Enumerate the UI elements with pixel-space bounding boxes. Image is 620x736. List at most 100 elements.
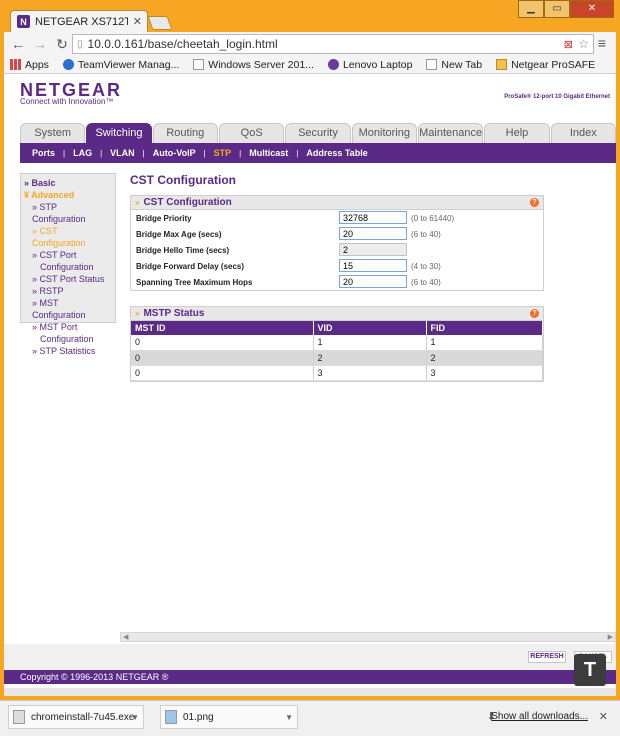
field-label: Bridge Hello Time (secs) [136, 245, 230, 255]
field-range: (6 to 40) [411, 229, 441, 239]
nav-advanced[interactable]: ¥ Advanced [24, 189, 112, 201]
bridge-priority-input[interactable] [339, 211, 407, 224]
table-cell: 1 [313, 335, 427, 351]
close-window-icon[interactable]: ✕ [570, 0, 614, 18]
reload-icon[interactable]: ↻ [54, 36, 70, 53]
tab-qos[interactable]: QoS [218, 123, 285, 143]
max-hops-input[interactable] [339, 275, 407, 288]
tab-switching[interactable]: Switching [86, 123, 152, 143]
subtab-ports[interactable]: Ports [32, 148, 55, 158]
forward-icon[interactable]: → [32, 36, 48, 52]
separator: | [100, 148, 103, 158]
field-range: (6 to 40) [411, 277, 441, 287]
blocked-popup-icon[interactable]: ⊠ [564, 38, 573, 51]
subtab-lag[interactable]: LAG [73, 148, 92, 158]
bookmark-star-icon[interactable]: ☆ [578, 37, 589, 51]
action-bar: REFRESH CANCEL [4, 644, 616, 670]
new-tab-button[interactable] [147, 16, 173, 30]
nav-rstp[interactable]: » RSTP [24, 285, 112, 297]
refresh-button[interactable]: REFRESH [528, 651, 566, 663]
table-cell: 2 [426, 350, 543, 366]
bookmark-lenovo[interactable]: Lenovo Laptop [327, 59, 412, 71]
scroll-right-icon[interactable]: ▶ [608, 633, 613, 641]
dropdown-arrow-icon[interactable]: ▼ [131, 713, 139, 722]
help-icon[interactable]: ? [530, 309, 539, 318]
field-range: (0 to 61440) [411, 213, 455, 223]
product-name: ProSafe® 12-port 10 Gigabit Ethernet [504, 94, 610, 100]
download-item[interactable]: 01.png ▼ [160, 705, 298, 729]
tab-index[interactable]: Index [550, 123, 616, 143]
main-tabs: System Switching Routing QoS Security Mo… [20, 123, 616, 143]
copyright-bar: Copyright © 1996-2013 NETGEAR ® [4, 670, 616, 684]
help-icon[interactable]: ? [530, 198, 539, 207]
scroll-left-icon[interactable]: ◀ [123, 633, 128, 641]
nav-cst-port-status[interactable]: » CST Port Status [24, 273, 112, 285]
close-downloads-icon[interactable]: ✕ [599, 710, 608, 723]
nav-stp-configuration[interactable]: » STP Configuration [24, 201, 112, 225]
show-all-downloads-link[interactable]: Show all downloads... [491, 711, 588, 722]
table-cell: 0 [131, 365, 314, 381]
tab-security[interactable]: Security [285, 123, 351, 143]
download-item[interactable]: chromeinstall-7u45.exe ▼ [8, 705, 144, 729]
field-range: (4 to 30) [411, 261, 441, 271]
page-icon [193, 59, 205, 70]
table-row[interactable]: 0 1 1 [131, 335, 543, 351]
separator: | [239, 148, 242, 158]
column-header: MST ID [131, 321, 314, 335]
horizontal-scrollbar[interactable]: ◀ ▶ [120, 632, 616, 642]
nav-mst-configuration[interactable]: » MST Configuration [24, 297, 112, 321]
nav-basic[interactable]: » Basic [24, 177, 112, 189]
chrome-menu-icon[interactable]: ≡ [598, 35, 606, 51]
tab-system[interactable]: System [20, 123, 86, 143]
subtab-auto-voip[interactable]: Auto-VoIP [153, 148, 196, 158]
table-row[interactable]: 0 2 2 [131, 350, 543, 366]
browser-toolbar: ← → ↻ ▯ 10.0.0.161/base/cheetah_login.ht… [4, 32, 616, 56]
separator: | [296, 148, 299, 158]
subtab-stp[interactable]: STP [214, 148, 232, 158]
tab-help[interactable]: Help [484, 123, 550, 143]
dropdown-arrow-icon[interactable]: ▼ [285, 713, 293, 722]
browser-tab[interactable]: N NETGEAR XS712T ✕ [10, 10, 148, 32]
field-row: Bridge Forward Delay (secs) (4 to 30) [131, 258, 543, 274]
subtab-multicast[interactable]: Multicast [249, 148, 288, 158]
tab-monitoring[interactable]: Monitoring [351, 123, 417, 143]
nav-cst-port-configuration[interactable]: » CST Port [24, 249, 112, 261]
nav-cst-configuration[interactable]: » CST Configuration [24, 225, 112, 249]
bookmark-netgear-folder[interactable]: Netgear ProSAFE [496, 59, 595, 71]
table-cell: 2 [313, 350, 427, 366]
nav-mst-port-configuration[interactable]: » MST Port [24, 321, 112, 333]
file-icon [13, 710, 25, 724]
column-header: VID [313, 321, 427, 335]
nav-stp-statistics[interactable]: » STP Statistics [24, 345, 112, 357]
page-scrollbar[interactable] [4, 688, 616, 696]
netgear-favicon-icon: N [17, 15, 30, 28]
bookmark-windows-server[interactable]: Windows Server 201... [193, 59, 314, 71]
back-icon[interactable]: ← [10, 36, 26, 52]
subtab-address-table[interactable]: Address Table [306, 148, 367, 158]
field-label: Bridge Priority [136, 213, 192, 223]
bridge-forward-delay-input[interactable] [339, 259, 407, 272]
collapse-arrow-icon[interactable]: » [135, 309, 139, 318]
bridge-max-age-input[interactable] [339, 227, 407, 240]
minimize-icon[interactable]: ▁ [518, 0, 544, 18]
bookmark-teamviewer[interactable]: TeamViewer Manag... [62, 59, 179, 71]
downloads-bar: chromeinstall-7u45.exe ▼ 01.png ▼ ⬇ Show… [0, 700, 620, 736]
nav-cst-port-configuration-cont[interactable]: Configuration [24, 261, 112, 273]
separator: | [142, 148, 145, 158]
nav-mst-port-configuration-cont[interactable]: Configuration [24, 333, 112, 345]
web-page: NETGEAR Connect with Innovation™ ProSafe… [4, 74, 616, 688]
table-cell: 3 [313, 365, 427, 381]
tab-maintenance[interactable]: Maintenance [417, 123, 484, 143]
window-controls: ▁ ▭ ✕ [518, 0, 614, 18]
tab-routing[interactable]: Routing [152, 123, 218, 143]
bookmark-apps[interactable]: Apps [10, 59, 49, 71]
tab-strip: N NETGEAR XS712T ✕ ▁ ▭ ✕ [0, 0, 620, 34]
address-bar[interactable]: ▯ 10.0.0.161/base/cheetah_login.html ⊠ ☆ [72, 34, 594, 54]
table-row[interactable]: 0 3 3 [131, 365, 543, 381]
close-tab-icon[interactable]: ✕ [133, 15, 147, 28]
bookmark-new-tab[interactable]: New Tab [426, 59, 482, 71]
subtab-vlan[interactable]: VLAN [110, 148, 135, 158]
collapse-arrow-icon[interactable]: » [135, 198, 139, 207]
maximize-icon[interactable]: ▭ [544, 0, 570, 18]
url-text: 10.0.0.161/base/cheetah_login.html [87, 37, 278, 51]
